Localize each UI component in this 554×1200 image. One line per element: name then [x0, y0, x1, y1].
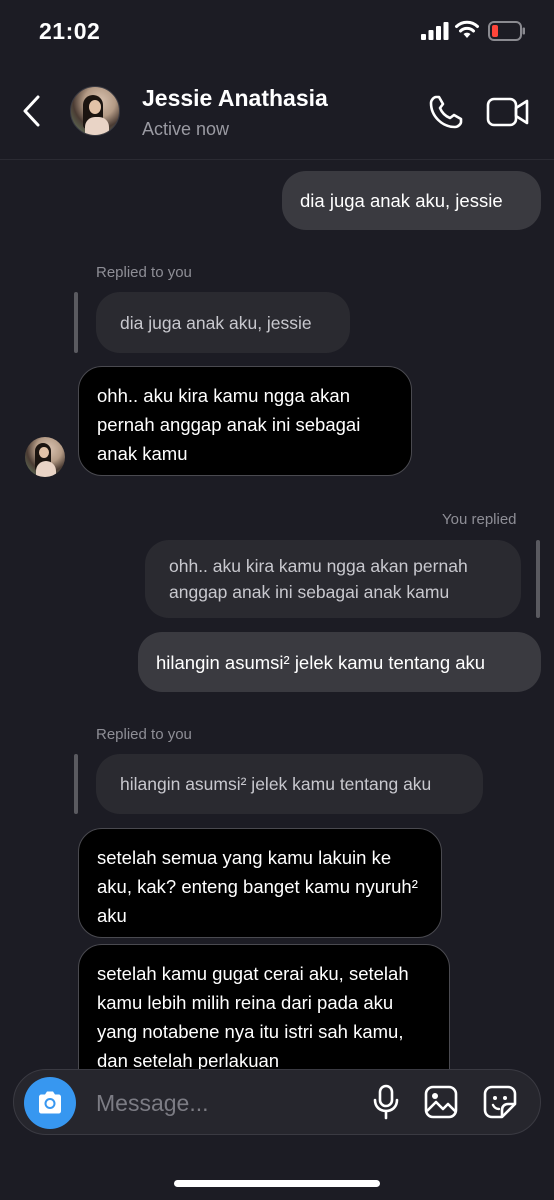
- status-bar: 21:02: [0, 0, 554, 64]
- quote-bar: [74, 754, 78, 814]
- battery-icon: [488, 21, 525, 41]
- home-indicator[interactable]: [174, 1180, 380, 1187]
- message-outgoing[interactable]: dia juga anak aku, jessie: [282, 171, 541, 230]
- chat-header: Jessie Anathasia Active now: [0, 64, 554, 160]
- microphone-icon[interactable]: [372, 1084, 400, 1120]
- quoted-message[interactable]: hilangin asumsi² jelek kamu tentang aku: [96, 754, 483, 814]
- message-incoming[interactable]: ohh.. aku kira kamu ngga akan pernah ang…: [78, 366, 412, 476]
- video-camera-icon[interactable]: [486, 95, 530, 129]
- sticker-icon[interactable]: [483, 1085, 517, 1119]
- camera-button[interactable]: [24, 1077, 76, 1129]
- message-incoming[interactable]: setelah semua yang kamu lakuin ke aku, k…: [78, 828, 442, 938]
- message-input[interactable]: [96, 1088, 346, 1118]
- contact-name[interactable]: Jessie Anathasia: [142, 85, 328, 112]
- phone-icon[interactable]: [428, 94, 464, 130]
- camera-icon: [39, 1091, 61, 1114]
- contact-status: Active now: [142, 119, 230, 139]
- reply-label: Replied to you: [96, 264, 192, 281]
- quote-bar: [536, 540, 540, 618]
- reply-label: Replied to you: [96, 726, 192, 743]
- cellular-signal-icon: [421, 22, 449, 40]
- reply-label: You replied: [442, 511, 517, 528]
- image-icon[interactable]: [424, 1085, 458, 1119]
- status-time: 21:02: [39, 18, 101, 44]
- quote-bar: [74, 292, 78, 353]
- message-composer: [13, 1069, 541, 1135]
- contact-avatar-small[interactable]: [25, 437, 65, 477]
- message-outgoing[interactable]: hilangin asumsi² jelek kamu tentang aku: [138, 632, 541, 692]
- quoted-message[interactable]: ohh.. aku kira kamu ngga akan pernah ang…: [145, 540, 521, 618]
- quoted-message[interactable]: dia juga anak aku, jessie: [96, 292, 350, 353]
- wifi-icon: [455, 20, 479, 38]
- contact-avatar[interactable]: [70, 86, 120, 136]
- chevron-left-icon[interactable]: [20, 94, 44, 128]
